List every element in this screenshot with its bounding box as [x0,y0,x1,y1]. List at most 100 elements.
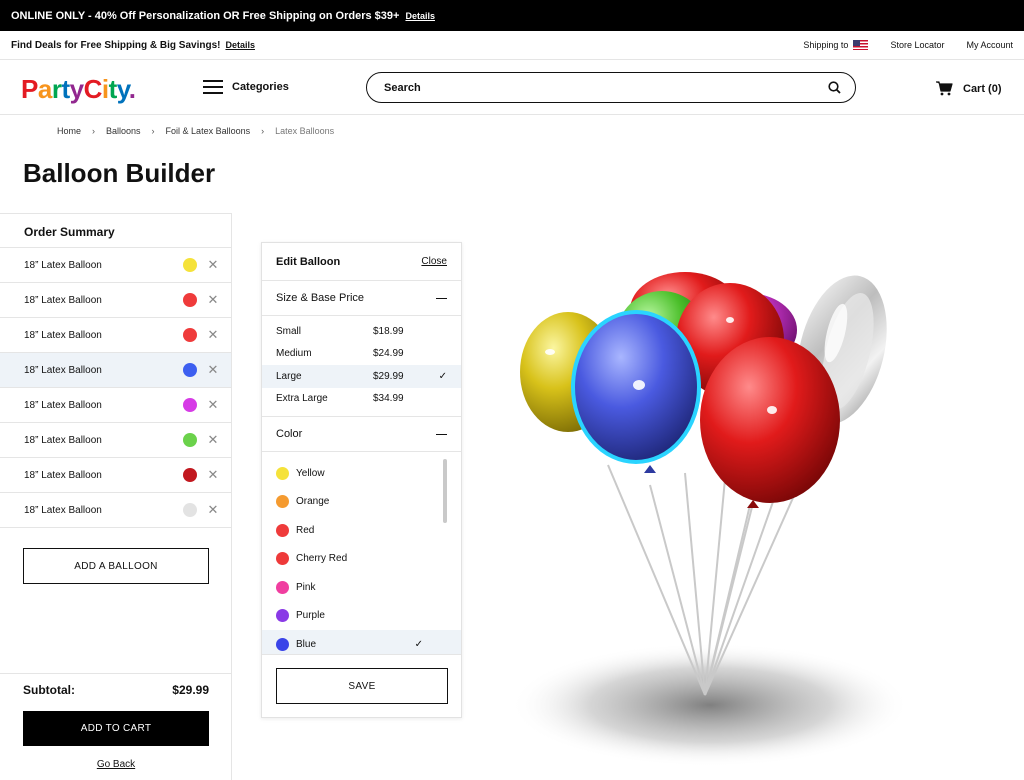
color-section-title: Color [276,428,303,440]
go-back-link[interactable]: Go Back [0,759,232,770]
item-label: 18” Latex Balloon [24,504,102,516]
item-label: 18” Latex Balloon [24,469,102,481]
save-button[interactable]: SAVE [276,668,448,704]
remove-x-icon[interactable]: ✕ [203,362,223,378]
search-input[interactable] [384,81,828,94]
my-account-link[interactable]: My Account [966,40,1013,50]
color-option[interactable]: Yellow [262,459,461,488]
color-swatch [183,258,197,272]
color-swatch [183,468,197,482]
add-to-cart-button[interactable]: ADD TO CART [23,711,209,746]
subtotal-value: $29.99 [172,683,209,697]
size-section-header[interactable]: Size & Base Price [262,281,461,316]
color-swatch [183,293,197,307]
color-option[interactable]: Blue ✓ [262,630,461,654]
color-option[interactable]: Red [262,516,461,545]
color-option[interactable]: Orange [262,488,461,517]
hamburger-menu-icon [203,80,223,94]
add-balloon-button[interactable]: ADD A BALLOON [23,548,209,584]
size-option[interactable]: Medium $24.99 [262,343,461,366]
order-summary-item[interactable]: 18” Latex Balloon ✕ [0,388,231,423]
cart-button[interactable]: Cart (0) [936,81,1002,96]
order-summary-item[interactable]: 18” Latex Balloon ✕ [0,458,231,493]
order-summary-item[interactable]: 18” Latex Balloon ✕ [0,283,231,318]
color-swatch [183,363,197,377]
size-price: $34.99 [373,393,404,405]
size-options: Small $18.99 Medium $24.99 Large $29.99 ✓ Extra… [262,316,461,417]
color-option[interactable]: Cherry Red [262,545,461,574]
promo-details-link[interactable]: Details [405,11,435,21]
order-summary-item[interactable]: 18” Latex Balloon ✕ [0,423,231,458]
main-header: PartyCity. Categories Cart (0) [0,60,1024,115]
promo-text: ONLINE ONLY - 40% Off Personalization OR… [11,9,400,22]
color-swatch [276,637,289,651]
item-label: 18” Latex Balloon [24,434,102,446]
order-summary-item[interactable]: 18” Latex Balloon ✕ [0,318,231,353]
subtotal: Subtotal: $29.99 [23,683,209,697]
store-locator-link[interactable]: Store Locator [890,40,944,50]
order-summary-item[interactable]: 18” Latex Balloon ✕ [0,248,231,283]
color-section-header[interactable]: Color [262,417,461,452]
color-swatch [183,433,197,447]
color-swatch [183,328,197,342]
remove-x-icon[interactable]: ✕ [203,292,223,308]
size-name: Large [276,370,302,382]
remove-x-icon[interactable]: ✕ [203,467,223,483]
size-option[interactable]: Extra Large $34.99 [262,388,461,411]
shipping-to-selector[interactable]: Shipping to [803,40,869,50]
color-name: Blue [296,638,317,650]
size-price: $18.99 [373,325,404,337]
breadcrumb-balloons[interactable]: Balloons [106,126,141,136]
collapse-minus-icon [436,297,447,299]
remove-x-icon[interactable]: ✕ [203,502,223,518]
color-option[interactable]: Pink [262,573,461,602]
breadcrumb-home[interactable]: Home [57,126,81,136]
remove-x-icon[interactable]: ✕ [203,397,223,413]
item-label: 18” Latex Balloon [24,259,102,271]
color-swatch [276,466,289,480]
categories-menu-button[interactable]: Categories [203,80,289,94]
edit-balloon-panel: Edit Balloon Close Size & Base Price Sma… [261,242,462,718]
collapse-minus-icon [436,433,447,435]
item-label: 18” Latex Balloon [24,294,102,306]
chevron-right-icon: › [92,126,96,136]
order-summary-item[interactable]: 18” Latex Balloon ✕ [0,353,231,388]
color-option[interactable]: Purple [262,602,461,631]
chevron-right-icon: › [151,126,155,136]
color-name: Pink [296,581,316,593]
close-link[interactable]: Close [421,256,447,267]
order-summary-item[interactable]: 18” Latex Balloon ✕ [0,493,231,528]
remove-x-icon[interactable]: ✕ [203,432,223,448]
subtotal-label: Subtotal: [23,683,75,697]
color-name: Purple [296,610,325,622]
color-swatch [183,503,197,517]
color-list-scrollbar[interactable] [443,459,447,523]
breadcrumb-current: Latex Balloons [275,126,335,136]
size-name: Small [276,325,302,337]
balloon-bouquet-preview[interactable] [500,255,920,775]
color-name: Orange [296,496,330,508]
checkmark-icon: ✓ [438,370,447,382]
party-city-logo[interactable]: PartyCity. [21,74,136,105]
edit-balloon-header: Edit Balloon Close [262,243,461,281]
size-option[interactable]: Large $29.99 ✓ [262,365,461,388]
color-swatch [276,609,289,623]
deals-details-link[interactable]: Details [225,40,255,50]
search-icon[interactable] [828,81,841,94]
remove-x-icon[interactable]: ✕ [203,257,223,273]
color-swatch [276,495,289,509]
size-option[interactable]: Small $18.99 [262,320,461,343]
color-swatch [276,580,289,594]
color-name: Red [296,524,315,536]
order-summary-title: Order Summary [0,214,231,248]
breadcrumb-foil-latex[interactable]: Foil & Latex Balloons [166,126,251,136]
size-price: $24.99 [373,348,404,360]
color-swatch [276,523,289,537]
categories-label: Categories [232,81,289,93]
promo-bar: ONLINE ONLY - 40% Off Personalization OR… [0,0,1024,31]
breadcrumb: Home › Balloons › Foil & Latex Balloons … [57,126,334,136]
color-name: Cherry Red [296,553,348,565]
color-swatch [183,398,197,412]
remove-x-icon[interactable]: ✕ [203,327,223,343]
size-price: $29.99 [373,370,404,382]
